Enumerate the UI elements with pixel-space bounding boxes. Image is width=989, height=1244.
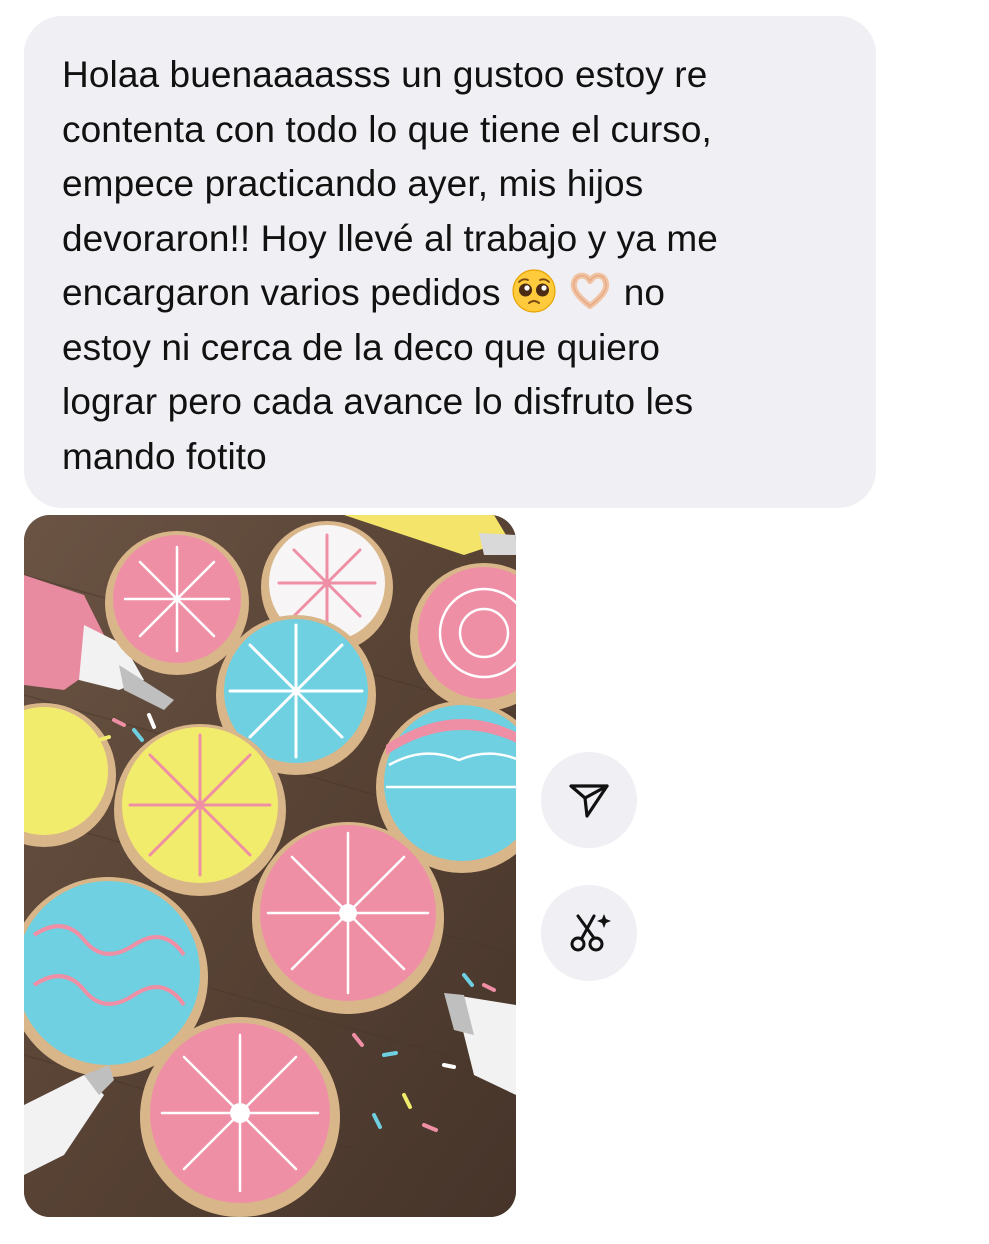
message-line-3: empece practicando ayer, mis hijos — [62, 163, 644, 204]
message-line-8: mando fotito — [62, 435, 267, 477]
ai-edit-button[interactable] — [541, 885, 637, 981]
heart-hands-emoji — [571, 272, 610, 309]
message-line-5a: encargaron varios pedidos — [62, 272, 501, 313]
message-line-1: Holaa buenaaaasss un gustoo estoy re — [62, 54, 708, 95]
ai-scissors-icon — [570, 914, 611, 952]
pleading-face-emoji — [512, 269, 556, 313]
message-line-6: estoy ni cerca de la deco que quiero — [62, 326, 661, 368]
share-icon — [569, 784, 609, 818]
decorated-cookies-photo — [24, 515, 516, 1217]
message-line-2: contenta con todo lo que tiene el curso, — [62, 108, 712, 150]
attached-photo[interactable] — [24, 515, 516, 1217]
message-line-5b: no — [623, 272, 666, 313]
message-text: Holaa buenaaaasss un gustoo estoy re con… — [62, 48, 846, 484]
received-message-bubble[interactable]: Holaa buenaaaasss un gustoo estoy re con… — [24, 16, 876, 508]
share-button[interactable] — [541, 752, 637, 848]
message-line-7: lograr pero cada avance lo disfruto les — [62, 381, 694, 422]
message-line-4: devoraron!! Hoy llevé al trabajo y ya me — [62, 217, 718, 259]
